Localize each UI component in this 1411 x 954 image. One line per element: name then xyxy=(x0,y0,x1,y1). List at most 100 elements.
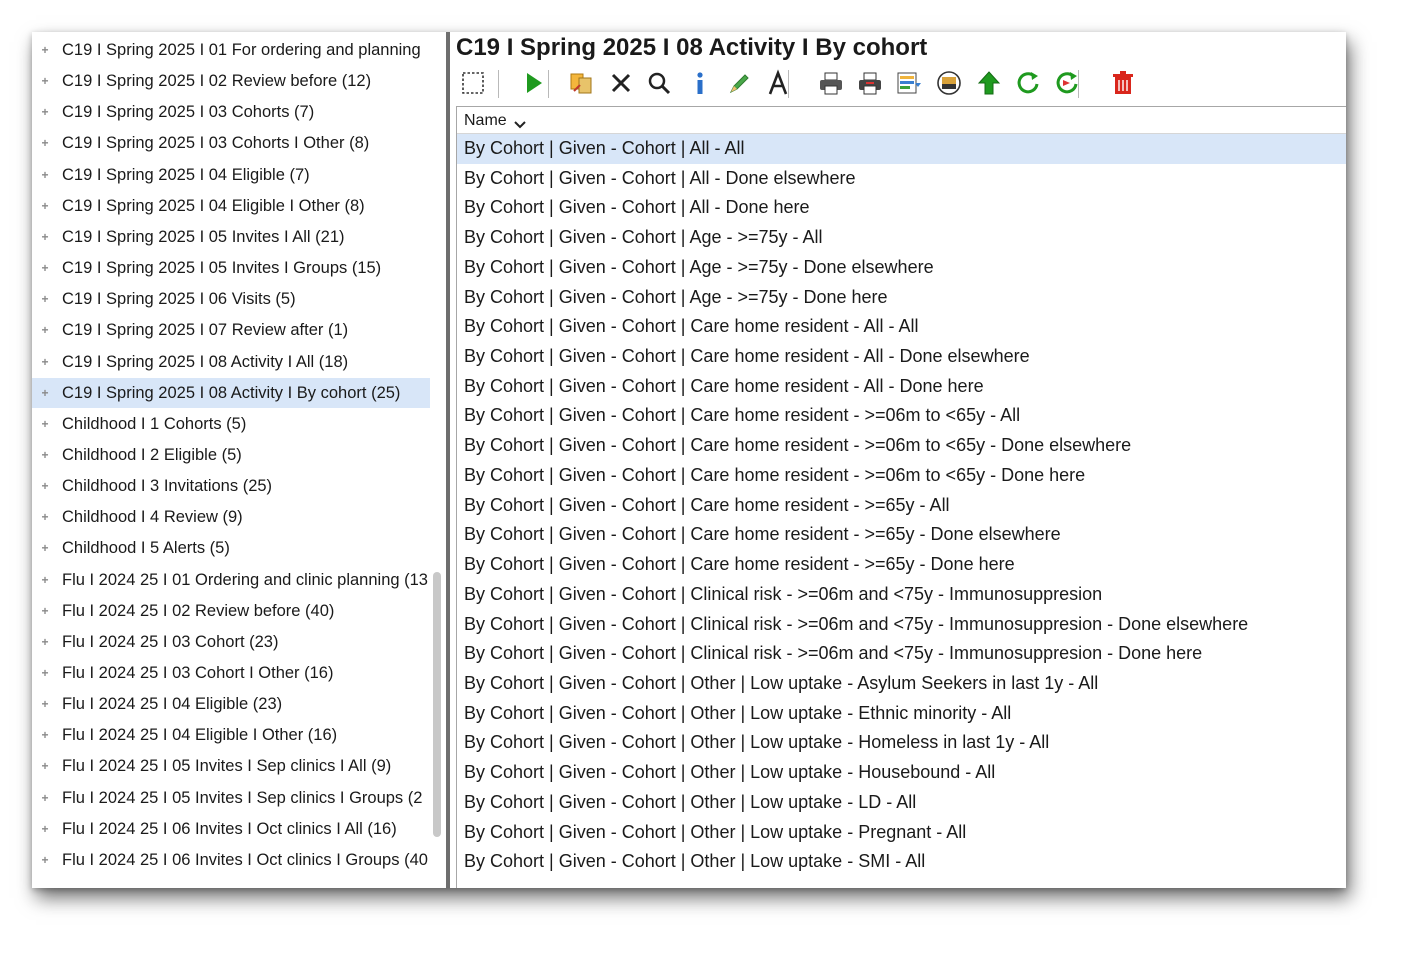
search-button[interactable] xyxy=(644,68,674,98)
tree-item-label: C19 I Spring 2025 I 05 Invites I All (21… xyxy=(62,227,345,246)
tree-item[interactable]: + C19 I Spring 2025 I 04 Eligible (7) xyxy=(32,160,430,190)
print-preview-icon xyxy=(859,72,881,95)
tree-item[interactable]: + Flu I 2024 25 I 06 Invites I Oct clinic… xyxy=(32,845,430,875)
pencil-button[interactable] xyxy=(725,68,755,98)
select-box-button[interactable] xyxy=(458,68,488,98)
tree-item[interactable]: + Flu I 2024 25 I 04 Eligible I Other (16… xyxy=(32,720,430,750)
list-row[interactable]: By Cohort | Given - Cohort | Care home r… xyxy=(457,491,1346,521)
tree-item[interactable]: + Childhood I 3 Invitations (25) xyxy=(32,471,430,501)
tree-item[interactable]: + Childhood I 2 Eligible (5) xyxy=(32,440,430,470)
list-row[interactable]: By Cohort | Given - Cohort | Age - >=75y… xyxy=(457,283,1346,313)
trash-button[interactable] xyxy=(1108,68,1138,98)
tree-item[interactable]: + Flu I 2024 25 I 05 Invites I Sep clinic… xyxy=(32,783,430,813)
list-row[interactable]: By Cohort | Given - Cohort | All - Done … xyxy=(457,164,1346,194)
column-header-name[interactable]: Name xyxy=(457,107,1346,134)
tree-item[interactable]: + C19 I Spring 2025 I 03 Cohorts I Other … xyxy=(32,128,430,158)
list-row[interactable]: By Cohort | Given - Cohort | Care home r… xyxy=(457,461,1346,491)
tree-item[interactable]: + C19 I Spring 2025 I 05 Invites I Groups… xyxy=(32,253,430,283)
info-button[interactable] xyxy=(685,68,715,98)
list-row[interactable]: By Cohort | Given - Cohort | Other | Low… xyxy=(457,818,1346,848)
list-row[interactable]: By Cohort | Given - Cohort | Other | Low… xyxy=(457,847,1346,877)
tree-bullet-icon: + xyxy=(41,74,49,89)
list-row[interactable]: By Cohort | Given - Cohort | Age - >=75y… xyxy=(457,253,1346,283)
list-row[interactable]: By Cohort | Given - Cohort | Care home r… xyxy=(457,520,1346,550)
tree-item-label: Childhood I 5 Alerts (5) xyxy=(62,539,230,558)
print-preview-button[interactable] xyxy=(855,68,885,98)
play-button[interactable] xyxy=(518,68,548,98)
tree-bullet-icon: + xyxy=(41,354,49,369)
list-row[interactable]: By Cohort | Given - Cohort | Clinical ri… xyxy=(457,639,1346,669)
tree-item[interactable]: + C19 I Spring 2025 I 02 Review before (1… xyxy=(32,66,430,96)
tree-item[interactable]: + C19 I Spring 2025 I 07 Review after (1) xyxy=(32,315,430,345)
trash-icon xyxy=(1113,71,1133,94)
database-button[interactable] xyxy=(934,68,964,98)
list-row[interactable]: By Cohort | Given - Cohort | Clinical ri… xyxy=(457,580,1346,610)
tree-item[interactable]: + Flu I 2024 25 I 06 Invites I Oct clinic… xyxy=(32,814,430,844)
tree-item-label: C19 I Spring 2025 I 07 Review after (1) xyxy=(62,321,349,340)
tree-item[interactable]: + Flu I 2024 25 I 02 Review before (40) xyxy=(32,596,430,626)
report-button[interactable] xyxy=(894,68,924,98)
list-row[interactable]: By Cohort | Given - Cohort | Care home r… xyxy=(457,550,1346,580)
tree-scrollbar-thumb[interactable] xyxy=(433,572,441,837)
tree-item[interactable]: + Childhood I 5 Alerts (5) xyxy=(32,533,430,563)
tree-bullet-icon: + xyxy=(41,447,49,462)
toolbar-separator xyxy=(498,70,499,98)
tree-bullet-icon: + xyxy=(41,136,49,151)
tree-item-label: Childhood I 4 Review (9) xyxy=(62,508,243,527)
list-row[interactable]: By Cohort | Given - Cohort | Other | Low… xyxy=(457,788,1346,818)
list-row[interactable]: By Cohort | Given - Cohort | Other | Low… xyxy=(457,758,1346,788)
tree-item[interactable]: + Flu I 2024 25 I 03 Cohort (23) xyxy=(32,627,430,657)
tree-scrollbar[interactable] xyxy=(430,32,444,888)
toolbar-separator xyxy=(548,70,549,98)
tree-bullet-icon: + xyxy=(41,261,49,276)
tree-item[interactable]: + C19 I Spring 2025 I 04 Eligible I Other… xyxy=(32,191,430,221)
tree-item-label: Flu I 2024 25 I 06 Invites I Oct clinics… xyxy=(62,819,397,838)
refresh-alert-icon xyxy=(1056,72,1078,94)
tree-item[interactable]: + Flu I 2024 25 I 05 Invites I Sep clinic… xyxy=(32,751,430,781)
refresh-button[interactable] xyxy=(1013,68,1043,98)
print-button[interactable] xyxy=(816,68,846,98)
tree-bullet-icon: + xyxy=(41,790,49,805)
tree-item-label: Flu I 2024 25 I 01 Ordering and clinic p… xyxy=(62,570,428,589)
tree-item[interactable]: + C19 I Spring 2025 I 03 Cohorts (7) xyxy=(32,97,430,127)
tree-item[interactable]: + C19 I Spring 2025 I 01 For ordering and… xyxy=(32,35,430,65)
list-row[interactable]: By Cohort | Given - Cohort | Care home r… xyxy=(457,372,1346,402)
list-row[interactable]: By Cohort | Given - Cohort | Other | Low… xyxy=(457,728,1346,758)
list-row[interactable]: By Cohort | Given - Cohort | Care home r… xyxy=(457,342,1346,372)
list-row[interactable]: By Cohort | Given - Cohort | Care home r… xyxy=(457,431,1346,461)
tree-item-label: C19 I Spring 2025 I 05 Invites I Groups … xyxy=(62,259,382,278)
tree-item-label: C19 I Spring 2025 I 08 Activity I By coh… xyxy=(62,383,401,402)
column-header-label: Name xyxy=(464,112,507,129)
tree-item-label: C19 I Spring 2025 I 01 For ordering and … xyxy=(62,41,421,59)
tree-bullet-icon: + xyxy=(41,43,49,57)
list-row[interactable]: By Cohort | Given - Cohort | Other | Low… xyxy=(457,699,1346,729)
tree-item[interactable]: + Childhood I 1 Cohorts (5) xyxy=(32,409,430,439)
list-row[interactable]: By Cohort | Given - Cohort | Other | Low… xyxy=(457,669,1346,699)
tree-item[interactable]: + C19 I Spring 2025 I 05 Invites I All (2… xyxy=(32,222,430,252)
list-row[interactable]: By Cohort | Given - Cohort | Care home r… xyxy=(457,312,1346,342)
tree-item[interactable]: + Flu I 2024 25 I 03 Cohort I Other (16) xyxy=(32,658,430,688)
tree-bullet-icon: + xyxy=(41,479,49,494)
list-row[interactable]: By Cohort | Given - Cohort | Age - >=75y… xyxy=(457,223,1346,253)
tree-bullet-icon: + xyxy=(41,198,49,213)
tree-item[interactable]: + C19 I Spring 2025 I 06 Visits (5) xyxy=(32,284,430,314)
list-row[interactable]: By Cohort | Given - Cohort | All - All xyxy=(457,134,1346,164)
tree-bullet-icon: + xyxy=(41,572,49,587)
tree-item[interactable]: + Flu I 2024 25 I 04 Eligible (23) xyxy=(32,689,430,719)
tree-item-label: Flu I 2024 25 I 05 Invites I Sep clinics… xyxy=(62,788,423,807)
database-icon xyxy=(937,71,961,95)
list-row[interactable]: By Cohort | Given - Cohort | Care home r… xyxy=(457,401,1346,431)
tree-item[interactable]: + Flu I 2024 25 I 01 Ordering and clinic … xyxy=(32,565,430,595)
tree-item[interactable]: + C19 I Spring 2025 I 08 Activity I By co… xyxy=(32,377,430,408)
list-row[interactable]: By Cohort | Given - Cohort | Clinical ri… xyxy=(457,610,1346,640)
tree-bullet-icon: + xyxy=(41,510,49,525)
list-row[interactable]: By Cohort | Given - Cohort | All - Done … xyxy=(457,193,1346,223)
close-x-icon xyxy=(611,73,631,93)
tree-item[interactable]: + Childhood I 4 Review (9) xyxy=(32,502,430,532)
tree-item[interactable]: + C19 I Spring 2025 I 08 Activity I All (… xyxy=(32,347,430,377)
tree-item-label: Childhood I 3 Invitations (25) xyxy=(62,477,273,496)
copy-move-button[interactable] xyxy=(567,68,597,98)
tree-item-label: C19 I Spring 2025 I 06 Visits (5) xyxy=(62,290,296,309)
close-x-button[interactable] xyxy=(606,68,636,98)
upload-arrow-button[interactable] xyxy=(974,68,1004,98)
